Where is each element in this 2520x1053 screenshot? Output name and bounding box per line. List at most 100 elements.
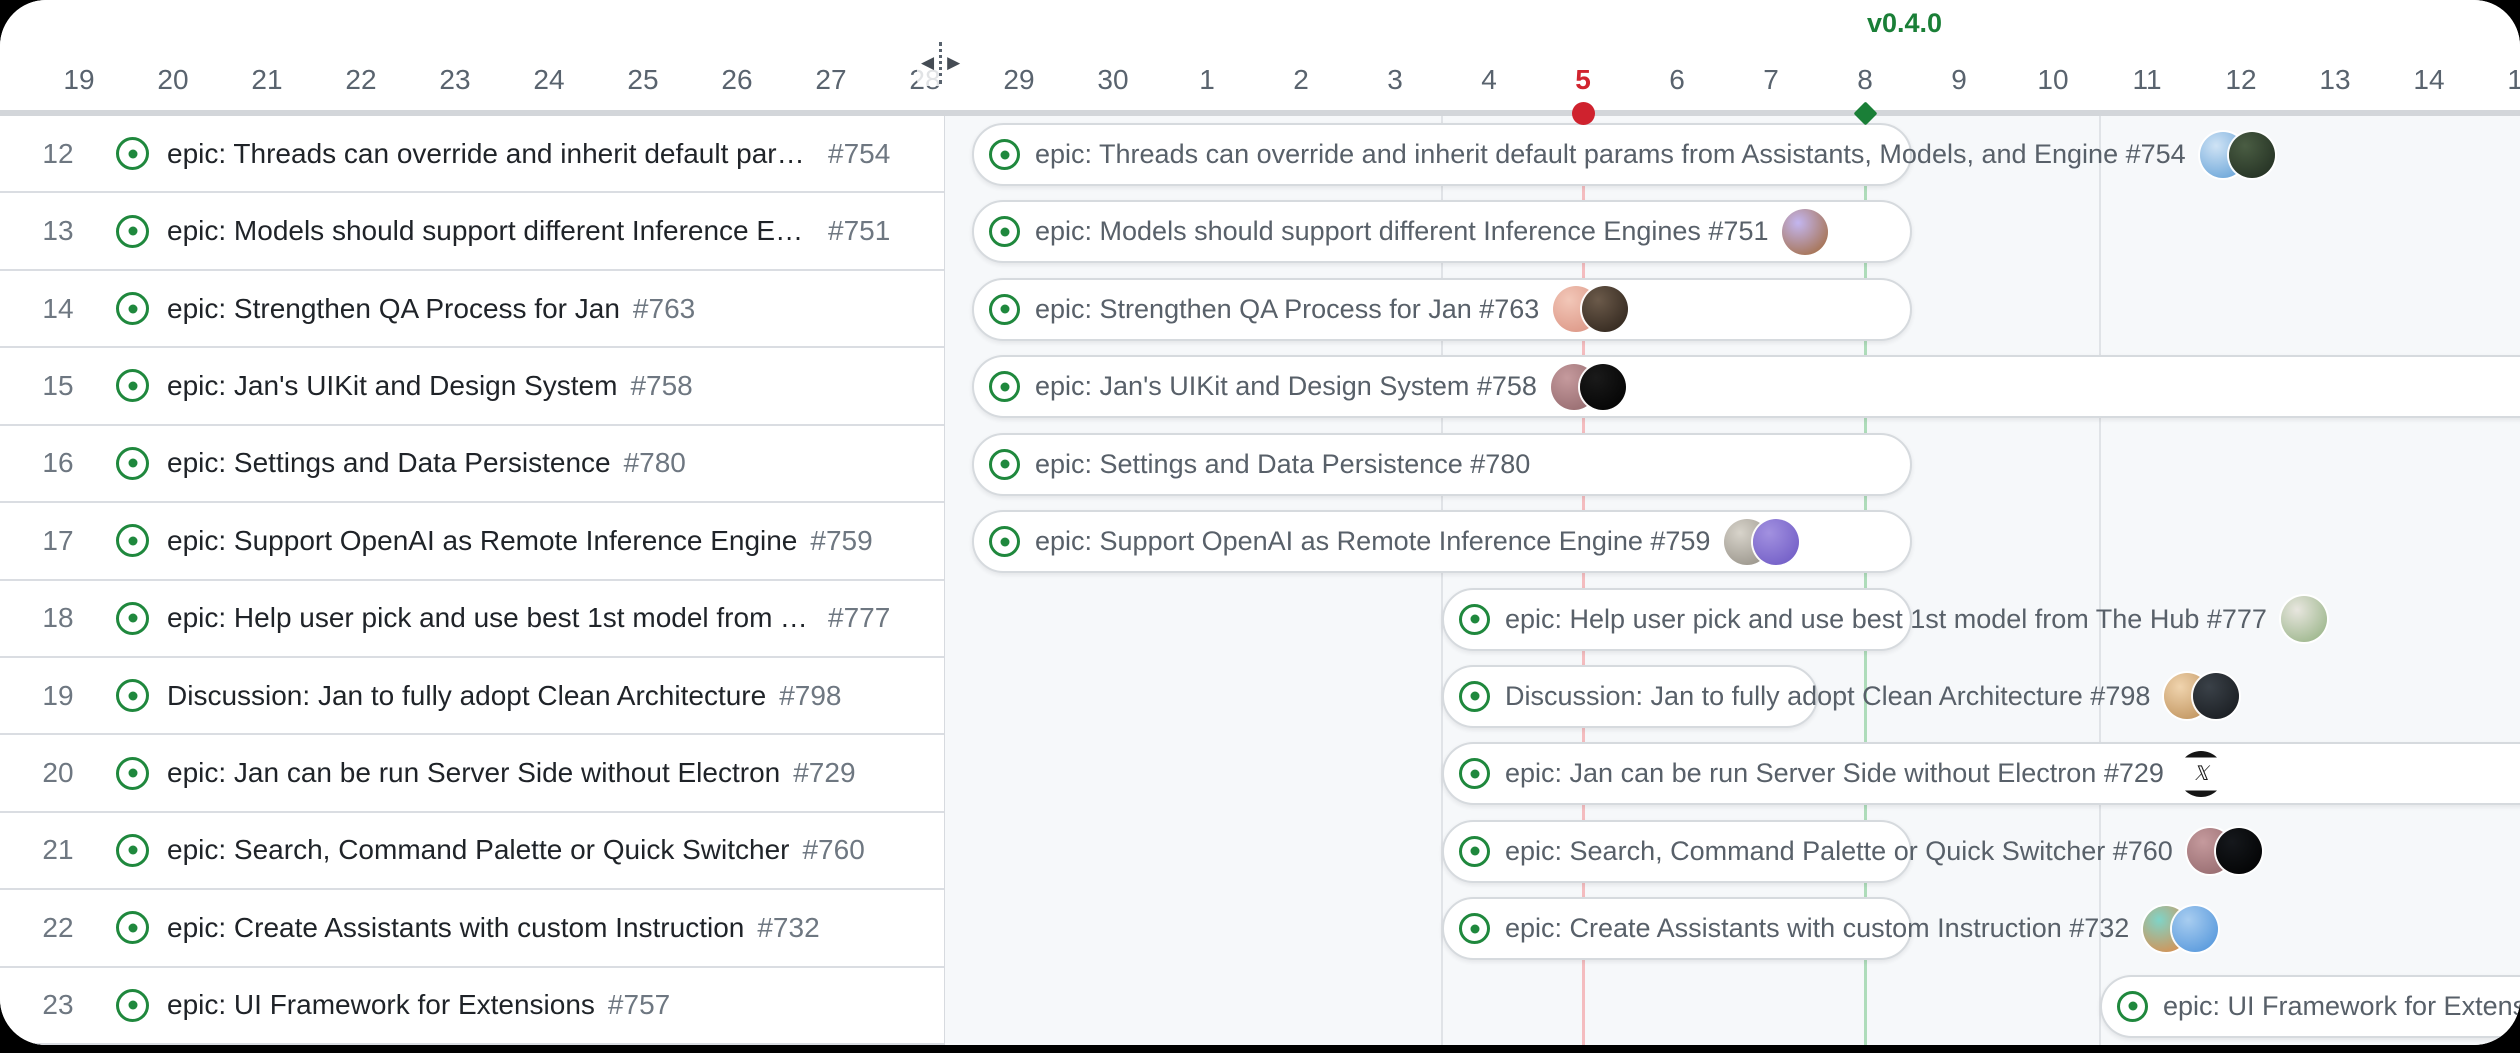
timeline-bar-content[interactable]: epic: Create Assistants with custom Inst… <box>1459 897 2218 960</box>
timeline-bar-content[interactable]: epic: Jan's UIKit and Design System #758 <box>989 355 1626 418</box>
issue-row[interactable]: 21epic: Search, Command Palette or Quick… <box>0 813 944 890</box>
assignee-avatar-group <box>2200 132 2275 178</box>
row-number: 19 <box>26 680 90 712</box>
assignee-avatar[interactable] <box>1580 364 1626 410</box>
assignee-avatar-group <box>1724 519 1799 565</box>
issue-number: #763 <box>633 293 695 325</box>
date-header-cell: 15 <box>2476 62 2520 98</box>
open-issue-icon <box>989 371 1020 402</box>
issue-title: Discussion: Jan to fully adopt Clean Arc… <box>167 680 766 712</box>
date-header-cell: 19 <box>32 62 126 98</box>
today-marker-icon <box>1572 102 1595 125</box>
timeline-bar-content[interactable]: epic: Strengthen QA Process for Jan #763 <box>989 278 1628 341</box>
issue-row[interactable]: 13epic: Models should support different … <box>0 193 944 270</box>
issue-row[interactable]: 16epic: Settings and Data Persistence#78… <box>0 426 944 503</box>
assignee-avatar[interactable] <box>1782 209 1828 255</box>
bar-label: epic: Strengthen QA Process for Jan #763 <box>1035 294 1539 325</box>
bar-label: epic: UI Framework for Extensions #757 <box>2163 991 2520 1022</box>
issue-number: #760 <box>802 834 864 866</box>
date-header-cell: 29 <box>972 62 1066 98</box>
issue-title: epic: Support OpenAI as Remote Inference… <box>167 525 797 557</box>
issue-row[interactable]: 22epic: Create Assistants with custom In… <box>0 890 944 967</box>
bar-label: epic: Settings and Data Persistence #780 <box>1035 449 1530 480</box>
row-number: 18 <box>26 602 90 634</box>
assignee-avatar[interactable] <box>1582 286 1628 332</box>
open-issue-icon <box>116 524 149 557</box>
open-issue-icon <box>116 911 149 944</box>
issue-number: #732 <box>757 912 819 944</box>
date-header-cell: 12 <box>2194 62 2288 98</box>
date-header-cell: 13 <box>2288 62 2382 98</box>
issue-row[interactable]: 14epic: Strengthen QA Process for Jan#76… <box>0 271 944 348</box>
assignee-avatar-group: 𝕏 <box>2178 751 2224 797</box>
resize-left-arrow-icon: ◀ <box>921 40 934 86</box>
date-header-cell: 30 <box>1066 62 1160 98</box>
date-header-cell: 8 <box>1818 62 1912 98</box>
assignee-avatar[interactable] <box>2281 596 2327 642</box>
assignee-avatar-group <box>1551 364 1626 410</box>
date-header-cell: 20 <box>126 62 220 98</box>
timeline-header: 1920212223242526272829301234567891011121… <box>0 0 2520 116</box>
issue-row[interactable]: 15epic: Jan's UIKit and Design System#75… <box>0 348 944 425</box>
issue-row[interactable]: 19 Discussion: Jan to fully adopt Clean A… <box>0 658 944 735</box>
assignee-avatar[interactable] <box>2216 828 2262 874</box>
issue-number: #758 <box>630 370 692 402</box>
issue-title: epic: Search, Command Palette or Quick S… <box>167 834 789 866</box>
assignee-avatar-group <box>1553 286 1628 332</box>
issue-title: epic: Create Assistants with custom Inst… <box>167 912 744 944</box>
open-issue-icon <box>116 679 149 712</box>
assignee-avatar-group <box>1782 209 1828 255</box>
issue-row[interactable]: 18epic: Help user pick and use best 1st … <box>0 581 944 658</box>
assignee-avatar[interactable] <box>2172 906 2218 952</box>
timeline-bar-content[interactable]: epic: Jan can be run Server Side without… <box>1459 742 2224 805</box>
row-number: 13 <box>26 215 90 247</box>
date-header-cell: 9 <box>1912 62 2006 98</box>
issue-number: #751 <box>828 215 890 247</box>
row-number: 15 <box>26 370 90 402</box>
assignee-avatar[interactable] <box>2229 132 2275 178</box>
issue-row[interactable]: 23epic: UI Framework for Extensions#757 <box>0 968 944 1045</box>
issue-row[interactable]: 17epic: Support OpenAI as Remote Inferen… <box>0 503 944 580</box>
bar-label: epic: Models should support different In… <box>1035 216 1768 247</box>
issue-row[interactable]: 20epic: Jan can be run Server Side witho… <box>0 735 944 812</box>
open-issue-icon <box>116 215 149 248</box>
date-header-cell: 1 <box>1160 62 1254 98</box>
open-issue-icon <box>116 369 149 402</box>
issue-number: #729 <box>793 757 855 789</box>
assignee-avatar[interactable] <box>1753 519 1799 565</box>
bar-label: epic: Create Assistants with custom Inst… <box>1505 913 2129 944</box>
assignee-avatar-group <box>2187 828 2262 874</box>
bar-label: epic: Support OpenAI as Remote Inference… <box>1035 526 1710 557</box>
open-issue-icon <box>1459 758 1490 789</box>
timeline-bar-content[interactable]: epic: Help user pick and use best 1st mo… <box>1459 588 2327 651</box>
timeline-bar-content[interactable]: epic: Settings and Data Persistence #780 <box>989 433 1530 496</box>
timeline-bar-content[interactable]: Discussion: Jan to fully adopt Clean Arc… <box>1459 665 2239 728</box>
assignee-avatar[interactable]: 𝕏 <box>2178 751 2224 797</box>
timeline-bar-content[interactable]: epic: Support OpenAI as Remote Inference… <box>989 510 1799 573</box>
assignee-avatar[interactable] <box>2193 673 2239 719</box>
open-issue-icon <box>1459 681 1490 712</box>
date-header-cell: 2 <box>1254 62 1348 98</box>
date-header-cell: 26 <box>690 62 784 98</box>
date-header-cell: 4 <box>1442 62 1536 98</box>
date-header-cell: 14 <box>2382 62 2476 98</box>
date-header-cell: 5 <box>1536 62 1630 98</box>
open-issue-icon <box>1459 604 1490 635</box>
issue-title: epic: Strengthen QA Process for Jan <box>167 293 620 325</box>
row-number: 23 <box>26 989 90 1021</box>
timeline-bar-content[interactable]: epic: Models should support different In… <box>989 200 1828 263</box>
timeline-bar-content[interactable]: epic: UI Framework for Extensions #757 <box>2117 975 2520 1038</box>
open-issue-icon <box>116 137 149 170</box>
milestone-label[interactable]: v0.4.0 <box>1867 6 1942 40</box>
column-resize-handle[interactable]: ◀ ▶ <box>917 40 964 86</box>
date-header-cell: 23 <box>408 62 502 98</box>
date-header-cell: 25 <box>596 62 690 98</box>
open-issue-icon <box>1459 913 1490 944</box>
bar-label: epic: Help user pick and use best 1st mo… <box>1505 604 2267 635</box>
row-number: 16 <box>26 447 90 479</box>
issue-row[interactable]: 12epic: Threads can override and inherit… <box>0 116 944 193</box>
resize-divider-icon <box>939 42 942 84</box>
timeline-bar-content[interactable]: epic: Threads can override and inherit d… <box>989 123 2275 186</box>
date-header-cell: 21 <box>220 62 314 98</box>
timeline-bar-content[interactable]: epic: Search, Command Palette or Quick S… <box>1459 820 2262 883</box>
